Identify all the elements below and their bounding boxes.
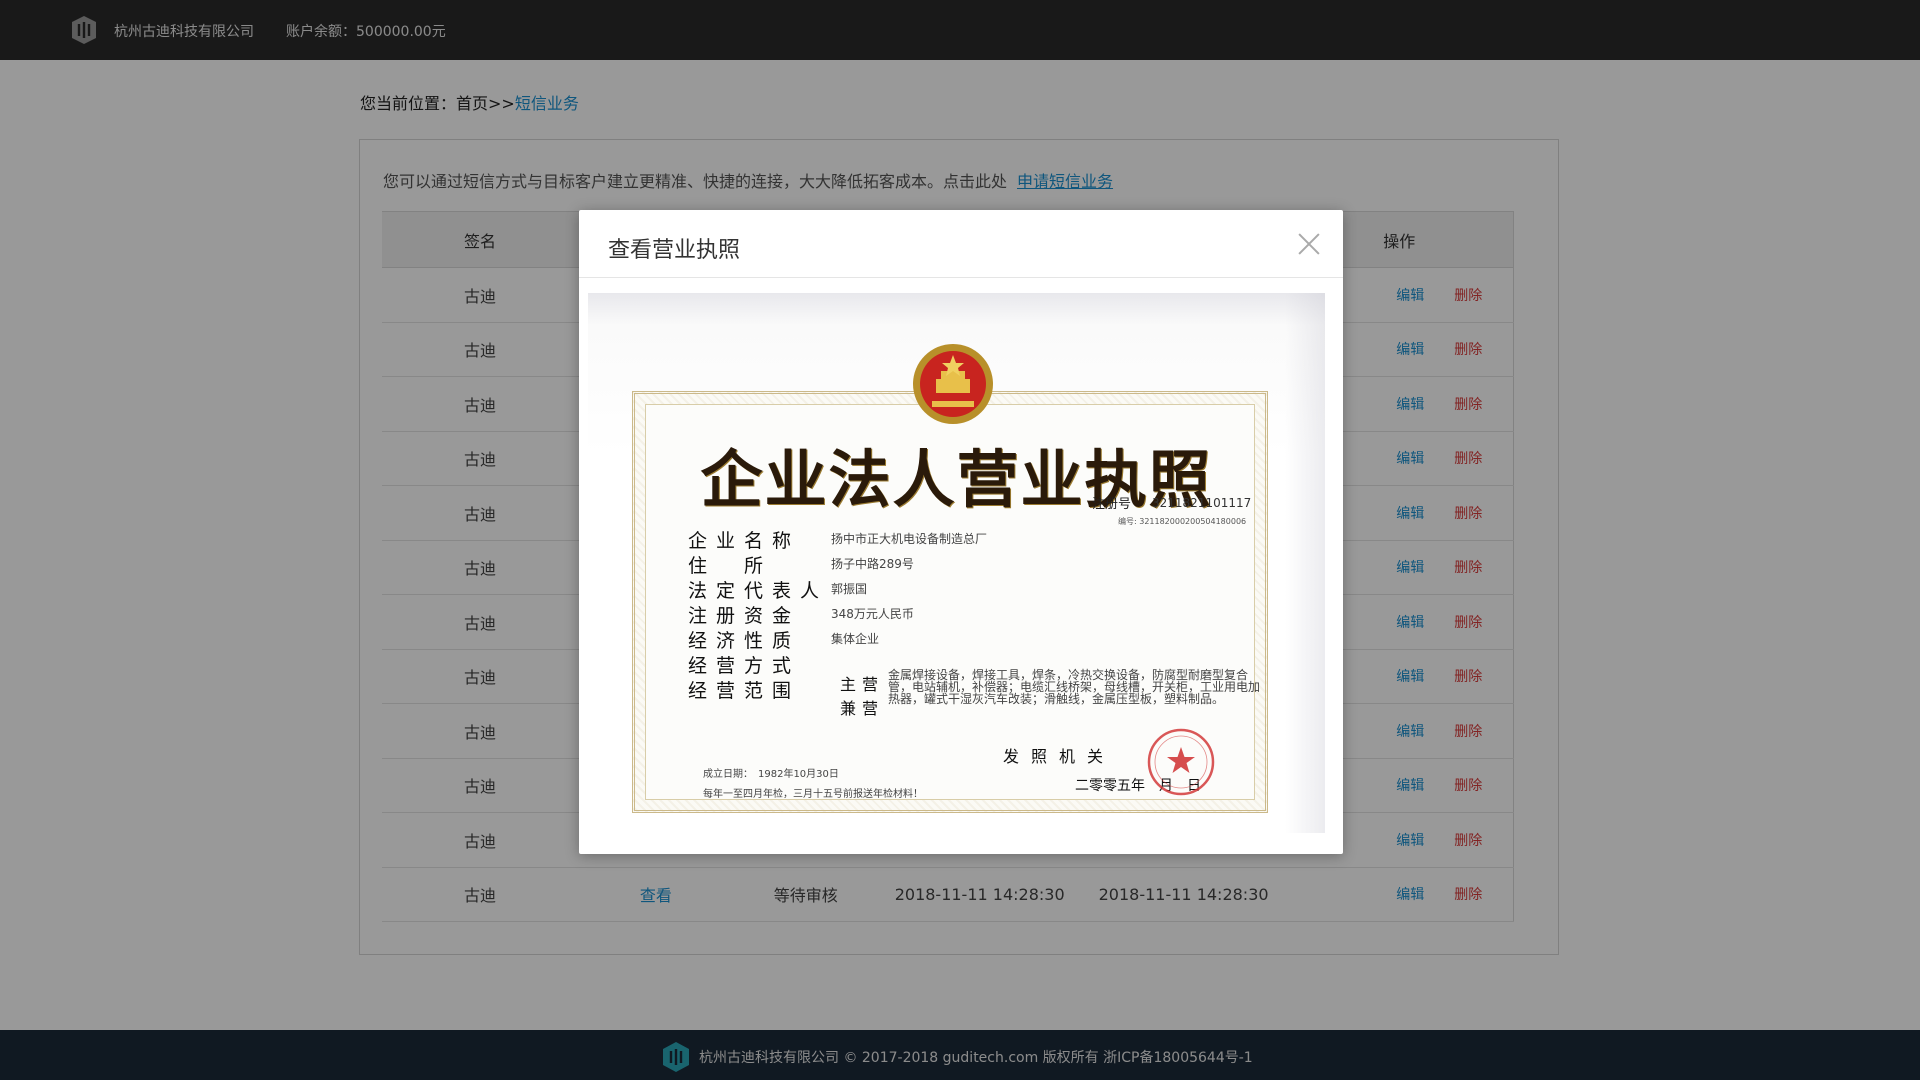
registration-label: 注册号 <box>1092 497 1132 512</box>
field-value-economic-nature: 集体企业 <box>831 632 880 646</box>
field-label-business-scope: 经营范围 <box>688 680 801 702</box>
license-modal: 查看营业执照 企业法人营业执照 注册号 3211821101117 编号: 32… <box>579 210 1343 854</box>
founded-date: 成立日期： 1982年10月30日 <box>703 769 839 780</box>
field-value-company-name: 扬中市正大机电设备制造总厂 <box>831 532 988 546</box>
annual-inspection-note: 每年一至四月年检，三月十五号前报送年检材料！ <box>703 789 923 800</box>
field-label-legal-rep: 法定代表人 <box>688 580 829 602</box>
modal-header: 查看营业执照 <box>579 210 1343 278</box>
issuing-authority: 发照机关 <box>1003 747 1116 766</box>
business-license-image: 企业法人营业执照 注册号 3211821101117 编号: 321182000… <box>588 293 1325 833</box>
field-label-address: 住 所 <box>688 555 773 577</box>
field-label-economic-nature: 经济性质 <box>688 630 801 652</box>
field-value-capital: 348万元人民币 <box>831 607 914 621</box>
registration-number: 3211821101117 <box>1152 496 1252 510</box>
field-value-legal-rep: 郭振国 <box>831 582 868 596</box>
close-icon[interactable] <box>1297 232 1321 256</box>
field-label-company-name: 企业名称 <box>688 530 801 552</box>
main-business-label: 主营 <box>840 675 885 694</box>
side-business-label: 兼营 <box>840 699 885 718</box>
official-seal-icon <box>1147 728 1215 796</box>
field-label-capital: 注册资金 <box>688 605 801 627</box>
field-label-business-mode: 经营方式 <box>688 655 801 677</box>
business-scope-text: 金属焊接设备，焊接工具，焊条，冷热交换设备，防腐型耐磨型复合管，电站辅机，补偿器… <box>888 668 1261 706</box>
license-serial: 编号: 321182000200504180006 <box>1118 517 1247 526</box>
national-emblem-icon <box>913 344 993 424</box>
field-value-address: 扬子中路289号 <box>831 557 914 571</box>
modal-title: 查看营业执照 <box>608 238 741 263</box>
